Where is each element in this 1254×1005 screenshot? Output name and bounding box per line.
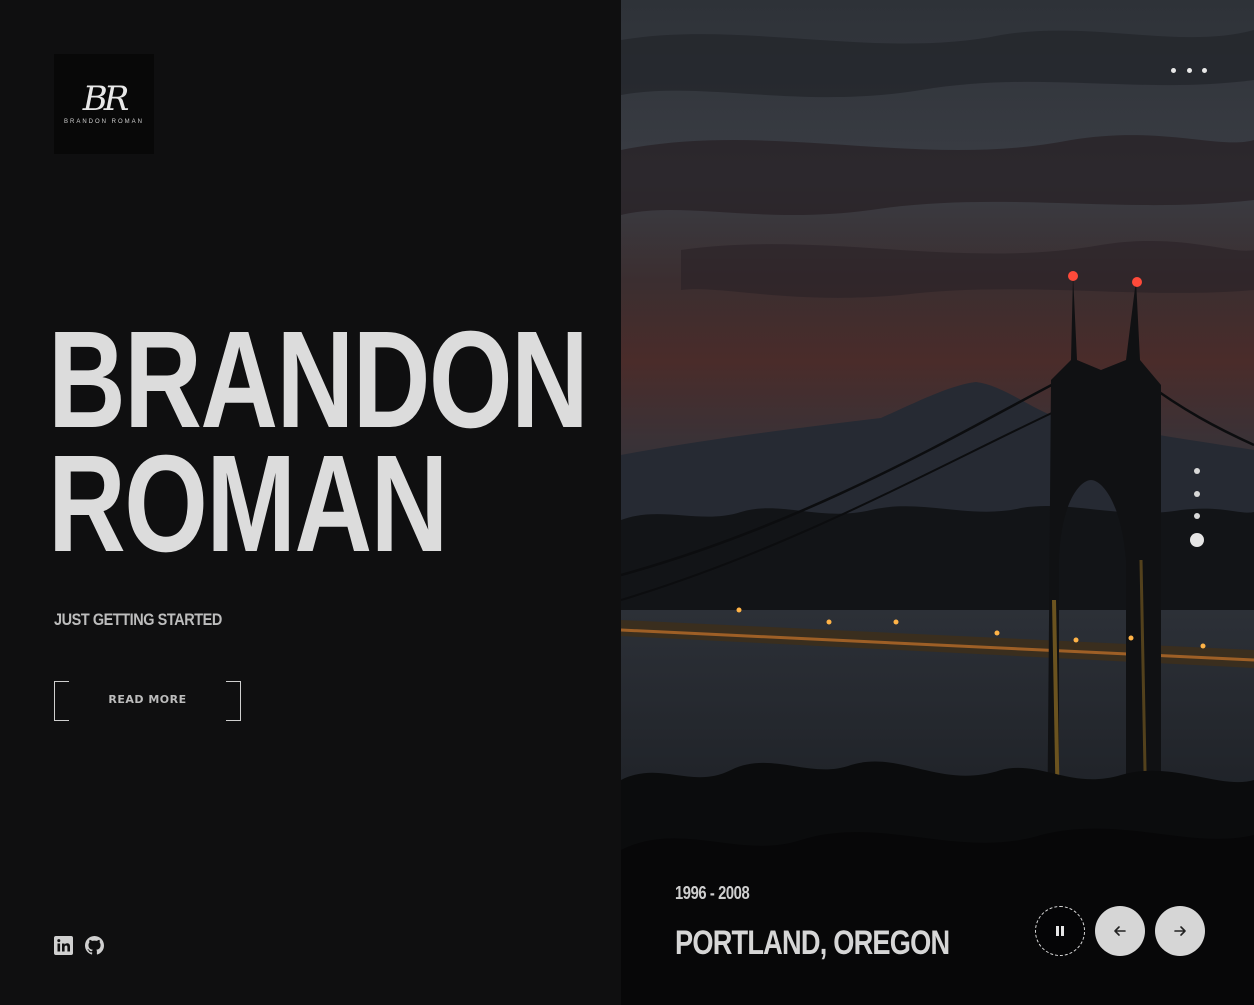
arrow-left-icon <box>1114 926 1126 936</box>
pager-dot-2[interactable] <box>1194 490 1200 497</box>
logo-monogram: BR <box>82 79 130 119</box>
logo-wordmark: BRANDON ROMAN <box>63 119 144 125</box>
hero-title-line-2: ROMAN <box>48 427 448 581</box>
more-dots-icon[interactable] <box>1171 62 1207 78</box>
slide-controls <box>1035 906 1205 956</box>
brand-logo[interactable]: BR BRANDON ROMAN <box>54 54 154 154</box>
slideshow-panel: 1996 - 2008 PORTLAND, OREGON <box>621 0 1254 1005</box>
previous-slide-button[interactable] <box>1095 906 1145 956</box>
github-icon[interactable] <box>85 936 104 955</box>
read-more-label: READ MORE <box>108 693 187 706</box>
pause-icon <box>1056 926 1064 936</box>
hero-title: BRANDON ROMAN <box>48 311 589 573</box>
pager-dot-1[interactable] <box>1194 468 1200 474</box>
slide-background-image <box>621 0 1254 1005</box>
intro-panel: BR BRANDON ROMAN BRANDON ROMAN JUST GETT… <box>0 0 621 1005</box>
hero-tagline: JUST GETTING STARTED <box>54 610 222 629</box>
pager-dot-4-active[interactable] <box>1190 532 1204 547</box>
slide-years: 1996 - 2008 <box>675 883 750 903</box>
read-more-button[interactable]: READ MORE <box>54 681 241 721</box>
slide-location: PORTLAND, OREGON <box>675 924 950 962</box>
social-links <box>54 936 104 955</box>
linkedin-icon[interactable] <box>54 936 73 955</box>
arrow-right-icon <box>1174 926 1186 936</box>
pause-button[interactable] <box>1035 906 1085 956</box>
pager-dot-3[interactable] <box>1194 513 1200 519</box>
slide-pager <box>1189 468 1205 547</box>
next-slide-button[interactable] <box>1155 906 1205 956</box>
